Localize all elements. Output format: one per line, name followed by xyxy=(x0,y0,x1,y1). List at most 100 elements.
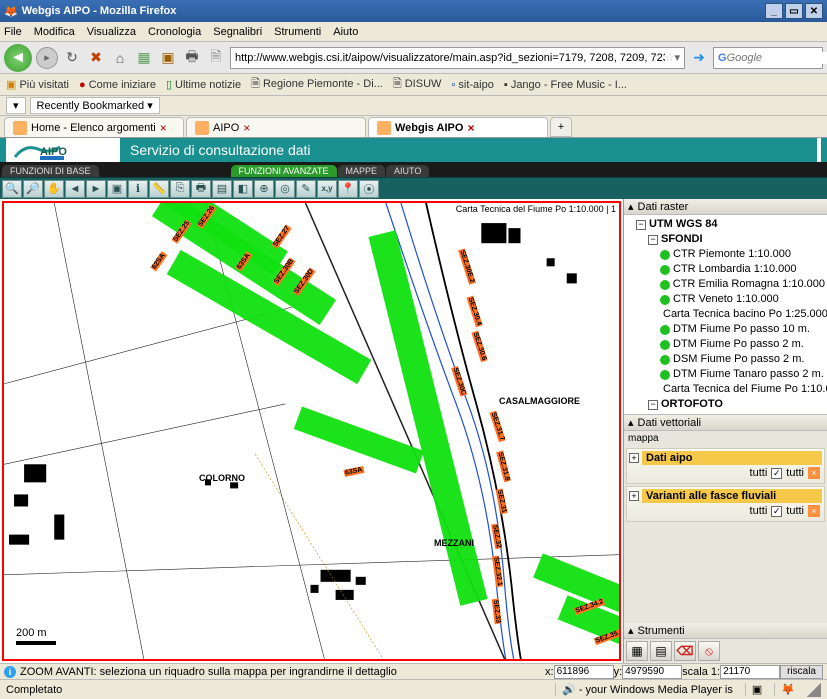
fntab-mappe[interactable]: MAPPE xyxy=(338,165,386,177)
favorite-star-icon[interactable]: ☆ xyxy=(665,51,675,64)
expand-icon[interactable]: + xyxy=(629,491,639,501)
map-pane[interactable]: Carta Tecnica del Fiume Po 1:10.000 | 1 xyxy=(2,201,621,661)
raster-panel-header[interactable]: ▴Dati raster xyxy=(624,199,827,215)
center-icon[interactable]: ⊕ xyxy=(254,180,274,198)
tool-button-1[interactable]: ▦ xyxy=(626,641,648,661)
close-icon[interactable]: × xyxy=(243,121,250,135)
bm-most-visited[interactable]: ▣ Più visitati xyxy=(6,78,69,91)
url-input[interactable] xyxy=(235,52,665,64)
tree-item[interactable]: DSM Fiume Po passo 2 m. xyxy=(626,352,825,367)
print-icon[interactable]: 🖶 xyxy=(191,180,211,198)
bm-getstarted[interactable]: ● Come iniziare xyxy=(79,79,156,91)
pan-icon[interactable]: ✋ xyxy=(44,180,64,198)
menu-help[interactable]: Aiuto xyxy=(333,26,358,38)
xy-icon[interactable]: x,y xyxy=(317,180,337,198)
forward-button[interactable]: ▸ xyxy=(36,47,58,69)
bm-jango[interactable]: ▪ Jango - Free Music - I... xyxy=(504,79,627,91)
menu-tools[interactable]: Strumenti xyxy=(274,26,321,38)
y-input[interactable] xyxy=(622,665,682,679)
layer-icon[interactable]: ▤ xyxy=(212,180,232,198)
tree-item[interactable]: CTR Emilia Romagna 1:10.000 xyxy=(626,277,825,292)
screenshot-icon[interactable]: ▦ xyxy=(134,48,154,68)
tool-button-eraser[interactable]: ⌫ xyxy=(674,641,696,661)
bm-sitaipo[interactable]: ▫ sit-aipo xyxy=(451,79,493,91)
remove-button[interactable]: × xyxy=(808,467,820,479)
overview-icon[interactable]: ◧ xyxy=(233,180,253,198)
georef-icon[interactable]: ⦿ xyxy=(359,180,379,198)
tree-item[interactable]: CTR Piemonte 1:10.000 xyxy=(626,247,825,262)
tab-webgis[interactable]: Webgis AIPO× xyxy=(368,117,548,137)
fntab-aiuto[interactable]: AIUTO xyxy=(386,165,429,177)
menu-file[interactable]: File xyxy=(4,26,22,38)
minimize-button[interactable]: _ xyxy=(765,3,783,19)
restore-button[interactable]: ▭ xyxy=(785,3,803,19)
tree-item[interactable]: Carta Tecnica bacino Po 1:25.000 xyxy=(626,307,825,322)
menu-view[interactable]: Visualizza xyxy=(87,26,136,38)
menu-history[interactable]: Cronologia xyxy=(148,26,201,38)
new-tab-button[interactable]: + xyxy=(550,117,572,137)
back-button[interactable]: ◄ xyxy=(4,44,32,72)
collapse-icon[interactable]: ▴ xyxy=(628,200,634,213)
close-icon[interactable]: × xyxy=(160,121,167,135)
checkbox[interactable]: ✓ xyxy=(771,506,782,517)
kml-icon[interactable]: ⎘ xyxy=(170,180,190,198)
recently-bookmarked-button[interactable]: Recently Bookmarked ▾ xyxy=(30,97,160,114)
pin-icon[interactable]: 📍 xyxy=(338,180,358,198)
collapse-icon[interactable]: ▴ xyxy=(628,416,634,429)
go-button[interactable]: ➜ xyxy=(689,48,709,68)
search-box[interactable]: G xyxy=(713,47,823,69)
tab-home[interactable]: Home - Elenco argomenti× xyxy=(4,117,184,137)
measure-icon[interactable]: 📏 xyxy=(149,180,169,198)
zoom-in-icon[interactable]: 🔍 xyxy=(2,180,22,198)
search-input[interactable] xyxy=(727,52,827,64)
fntab-avanzate[interactable]: FUNZIONI AVANZATE xyxy=(231,165,337,177)
vettoriali-panel-header[interactable]: ▴Dati vettoriali xyxy=(624,415,827,431)
s3-icon[interactable]: ▣ xyxy=(158,48,178,68)
tree-item[interactable]: DTM Fiume Po passo 2 m. xyxy=(626,337,825,352)
nav-next-icon[interactable]: ► xyxy=(86,180,106,198)
tree-item[interactable]: CTR Veneto 1:10.000 xyxy=(626,292,825,307)
bm-disuw[interactable]: 🗎 DISUW xyxy=(393,75,442,94)
collapse-icon[interactable]: ▴ xyxy=(628,624,634,637)
printer-icon[interactable]: 🖶 xyxy=(182,48,202,68)
layer-tree[interactable]: −UTM WGS 84 −SFONDI CTR Piemonte 1:10.00… xyxy=(624,215,827,415)
status-fx-icon[interactable]: 🦊 xyxy=(774,683,801,696)
x-input[interactable] xyxy=(554,665,614,679)
close-button[interactable]: ✕ xyxy=(805,3,823,19)
extent-icon[interactable]: ▣ xyxy=(107,180,127,198)
dati-aipo-label[interactable]: Dati aipo xyxy=(642,451,822,465)
target-icon[interactable]: ◎ xyxy=(275,180,295,198)
tool-button-2[interactable]: ▤ xyxy=(650,641,672,661)
tree-item[interactable]: Carta Tecnica del Fiume Po 1:10.000 xyxy=(626,382,825,397)
stop-button[interactable]: ✖ xyxy=(86,48,106,68)
menu-bookmarks[interactable]: Segnalibri xyxy=(213,26,262,38)
menu-edit[interactable]: Modifica xyxy=(34,26,75,38)
tree-item[interactable]: CTR Lombardia 1:10.000 xyxy=(626,262,825,277)
zoom-out-icon[interactable]: 🔎 xyxy=(23,180,43,198)
status-s3-icon[interactable]: ▣ xyxy=(745,683,768,696)
bm-regione[interactable]: 🗎 Regione Piemonte - Di... xyxy=(251,75,383,94)
expand-icon[interactable]: + xyxy=(629,453,639,463)
tree-item[interactable]: DTM Fiume Tanaro passo 2 m. xyxy=(626,367,825,382)
strumenti-panel-header[interactable]: ▴Strumenti xyxy=(624,623,827,639)
tree-root[interactable]: −UTM WGS 84 xyxy=(626,217,825,232)
resize-grip[interactable] xyxy=(807,683,821,697)
url-bar[interactable]: ☆ ▾ xyxy=(230,47,685,69)
checkbox[interactable]: ✓ xyxy=(771,468,782,479)
nav-prev-icon[interactable]: ◄ xyxy=(65,180,85,198)
tree-item[interactable]: DTM Fiume Po passo 10 m. xyxy=(626,322,825,337)
fntab-base[interactable]: FUNZIONI DI BASE xyxy=(2,165,99,177)
tree-sfondi[interactable]: −SFONDI xyxy=(626,232,825,247)
reload-button[interactable]: ↻ xyxy=(62,48,82,68)
tab-aipo[interactable]: AIPO× xyxy=(186,117,366,137)
remove-button[interactable]: × xyxy=(808,505,820,517)
tool-button-clear[interactable]: ⦸ xyxy=(698,641,720,661)
varianti-label[interactable]: Varianti alle fasce fluviali xyxy=(642,489,822,503)
close-icon[interactable]: × xyxy=(467,121,474,135)
identify-icon[interactable]: ℹ xyxy=(128,180,148,198)
scala-input[interactable] xyxy=(720,665,780,679)
draw-icon[interactable]: ✎ xyxy=(296,180,316,198)
riscala-button[interactable]: riscala xyxy=(780,665,823,679)
dropdown-icon[interactable]: ▾ xyxy=(674,51,680,64)
tree-ortofoto[interactable]: −ORTOFOTO xyxy=(626,397,825,412)
